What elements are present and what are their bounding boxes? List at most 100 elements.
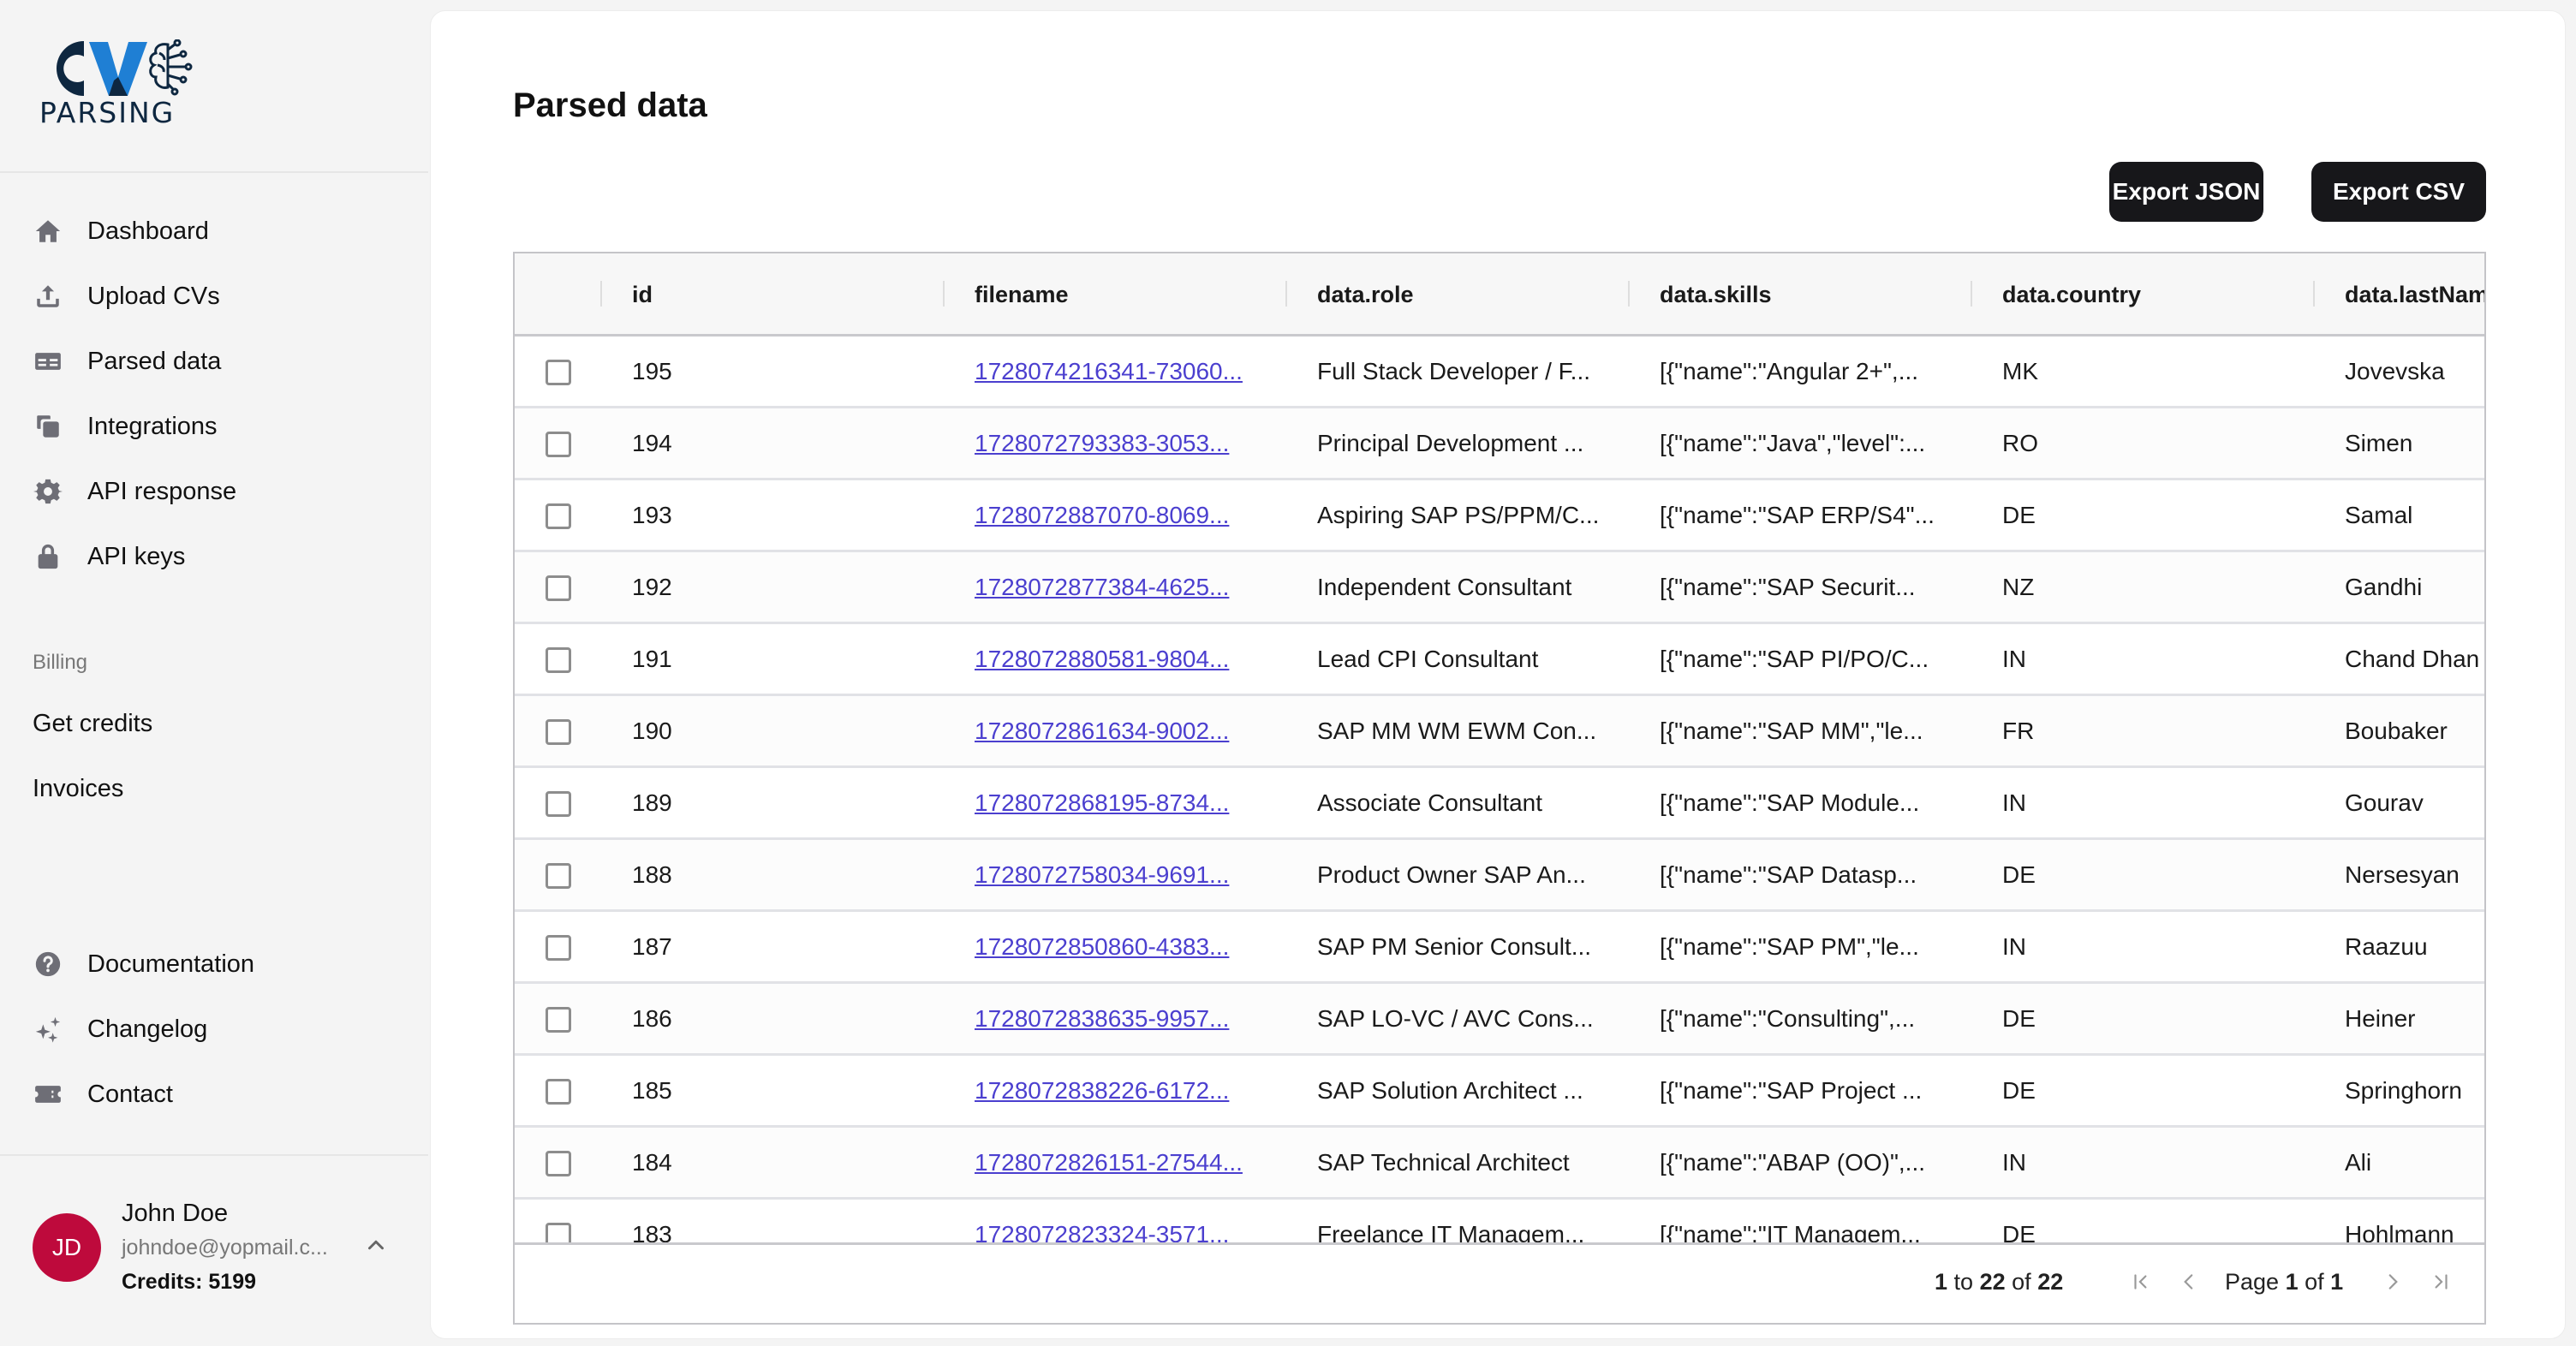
column-header-skills[interactable]: data.skills bbox=[1660, 253, 1772, 336]
table-row[interactable]: 191 1728072880581-9804... Lead CPI Consult… bbox=[515, 624, 2484, 696]
cell-filename-link[interactable]: 1728072868195-8734... bbox=[975, 768, 1283, 837]
user-account-menu[interactable]: JD John Doe johndoe@yopmail.c... Credits… bbox=[33, 1194, 409, 1306]
cell-filename-link[interactable]: 1728072880581-9804... bbox=[975, 624, 1283, 694]
column-header-lastname[interactable]: data.lastNam bbox=[2345, 253, 2484, 336]
row-select-checkbox[interactable] bbox=[546, 575, 571, 601]
cell-filename-link[interactable]: 1728072758034-9691... bbox=[975, 840, 1283, 909]
page-indicator: Page 1 of 1 bbox=[2225, 1269, 2343, 1295]
row-select-checkbox[interactable] bbox=[546, 503, 571, 529]
last-page-icon[interactable] bbox=[2426, 1267, 2455, 1296]
nav-item-changelog[interactable]: Changelog bbox=[33, 1004, 409, 1055]
avatar: JD bbox=[33, 1213, 101, 1282]
cell-lastname: Springhorn bbox=[2345, 1076, 2462, 1104]
row-select-checkbox[interactable] bbox=[546, 1007, 571, 1033]
nav-item-contact[interactable]: Contact bbox=[33, 1069, 409, 1120]
cell-role: SAP PM Senior Consult... bbox=[1317, 932, 1592, 960]
export-csv-button[interactable]: Export CSV bbox=[2311, 162, 2486, 222]
cell-role: SAP MM WM EWM Con... bbox=[1317, 717, 1597, 744]
user-email: johndoe@yopmail.c... bbox=[122, 1236, 328, 1260]
nav-label: Upload CVs bbox=[87, 282, 220, 310]
column-resize-handle[interactable] bbox=[1971, 281, 1972, 307]
cell-filename-link[interactable]: 1728072877384-4625... bbox=[975, 552, 1283, 622]
cell-filename-link[interactable]: 1728072887070-8069... bbox=[975, 480, 1283, 550]
cell-lastname: Heiner bbox=[2345, 1004, 2416, 1032]
column-header-id[interactable]: id bbox=[632, 253, 653, 336]
table-row[interactable]: 192 1728072877384-4625... Independent Cons… bbox=[515, 552, 2484, 624]
cell-filename-link[interactable]: 1728072826151-27544... bbox=[975, 1128, 1283, 1197]
cell-role: Independent Consultant bbox=[1317, 573, 1572, 600]
nav-label: API response bbox=[87, 477, 237, 505]
column-resize-handle[interactable] bbox=[1285, 281, 1287, 307]
table-row[interactable]: 186 1728072838635-9957... SAP LO-VC / AVC … bbox=[515, 984, 2484, 1056]
column-header-role[interactable]: data.role bbox=[1317, 253, 1414, 336]
previous-page-icon[interactable] bbox=[2174, 1267, 2203, 1296]
cell-filename-link[interactable]: 1728072838226-6172... bbox=[975, 1056, 1283, 1125]
column-header-country[interactable]: data.country bbox=[2002, 253, 2141, 336]
cell-filename-link[interactable]: 1728072838635-9957... bbox=[975, 984, 1283, 1053]
nav-label: Integrations bbox=[87, 412, 218, 440]
table-row[interactable]: 189 1728072868195-8734... Associate Consul… bbox=[515, 768, 2484, 840]
table-row[interactable]: 193 1728072887070-8069... Aspiring SAP PS/… bbox=[515, 480, 2484, 552]
row-select-checkbox[interactable] bbox=[546, 935, 571, 961]
cell-skills: [{"name":"SAP Project ... bbox=[1660, 1076, 1923, 1104]
logo-wordmark: PARSING bbox=[39, 96, 176, 129]
cell-filename-link[interactable]: 1728072793383-3053... bbox=[975, 408, 1283, 478]
row-select-checkbox[interactable] bbox=[546, 432, 571, 457]
column-resize-handle[interactable] bbox=[943, 281, 945, 307]
cell-country: IN bbox=[2002, 1148, 2026, 1176]
column-resize-handle[interactable] bbox=[2313, 281, 2315, 307]
row-select-checkbox[interactable] bbox=[546, 863, 571, 889]
column-resize-handle[interactable] bbox=[600, 281, 602, 307]
table-row[interactable]: 184 1728072826151-27544... SAP Technical A… bbox=[515, 1128, 2484, 1200]
cell-role: Product Owner SAP An... bbox=[1317, 861, 1586, 888]
table-row[interactable]: 194 1728072793383-3053... Principal Develo… bbox=[515, 408, 2484, 480]
table-row[interactable]: 187 1728072850860-4383... SAP PM Senior Co… bbox=[515, 912, 2484, 984]
cell-country: DE bbox=[2002, 861, 2036, 888]
cell-country: MK bbox=[2002, 357, 2038, 384]
cell-skills: [{"name":"SAP PM","le... bbox=[1660, 932, 1919, 960]
table-row[interactable]: 188 1728072758034-9691... Product Owner SA… bbox=[515, 840, 2484, 912]
cell-filename-link[interactable]: 1728072861634-9002... bbox=[975, 696, 1283, 765]
row-select-checkbox[interactable] bbox=[546, 1151, 571, 1176]
row-select-checkbox[interactable] bbox=[546, 647, 571, 673]
cell-role: Lead CPI Consultant bbox=[1317, 645, 1539, 672]
row-select-checkbox[interactable] bbox=[546, 719, 571, 745]
cv-parsing-logo[interactable]: PARSING bbox=[39, 39, 202, 129]
first-page-icon[interactable] bbox=[2126, 1267, 2156, 1296]
nav-item-documentation[interactable]: Documentation bbox=[33, 938, 409, 990]
nav-item-get-credits[interactable]: Get credits bbox=[33, 710, 152, 738]
cell-lastname: Chand Dhan bbox=[2345, 645, 2480, 672]
nav-item-upload-cvs[interactable]: Upload CVs bbox=[33, 271, 409, 322]
of-word: of bbox=[2012, 1269, 2031, 1295]
nav-item-parsed-data[interactable]: Parsed data bbox=[33, 336, 409, 387]
export-json-button[interactable]: Export JSON bbox=[2109, 162, 2263, 222]
nav-item-integrations[interactable]: Integrations bbox=[33, 401, 409, 452]
row-select-checkbox[interactable] bbox=[546, 791, 571, 817]
cell-role: SAP LO-VC / AVC Cons... bbox=[1317, 1004, 1594, 1032]
nav-label: Contact bbox=[87, 1080, 173, 1108]
chevron-up-icon[interactable] bbox=[363, 1232, 389, 1258]
table-row[interactable]: 190 1728072861634-9002... SAP MM WM EWM Co… bbox=[515, 696, 2484, 768]
nav-item-api-keys[interactable]: API keys bbox=[33, 531, 409, 582]
row-select-checkbox[interactable] bbox=[546, 1079, 571, 1105]
nav-item-dashboard[interactable]: Dashboard bbox=[33, 205, 409, 257]
table-row[interactable]: 185 1728072838226-6172... SAP Solution Arc… bbox=[515, 1056, 2484, 1128]
column-resize-handle[interactable] bbox=[1628, 281, 1630, 307]
nav-item-api-response[interactable]: API response bbox=[33, 466, 409, 517]
nav-item-invoices[interactable]: Invoices bbox=[33, 775, 123, 803]
row-to: 22 bbox=[1979, 1269, 2006, 1295]
table-row[interactable]: 183 1728072823324-3571... Freelance IT Man… bbox=[515, 1200, 2484, 1246]
cell-id: 190 bbox=[632, 717, 672, 744]
column-header-filename[interactable]: filename bbox=[975, 253, 1069, 336]
nav-label: API keys bbox=[87, 542, 186, 570]
cell-id: 187 bbox=[632, 932, 672, 960]
cell-lastname: Simen bbox=[2345, 429, 2413, 456]
next-page-icon[interactable] bbox=[2378, 1267, 2407, 1296]
cell-filename-link[interactable]: 1728074216341-73060... bbox=[975, 336, 1283, 406]
cell-filename-link[interactable]: 1728072850860-4383... bbox=[975, 912, 1283, 981]
row-select-checkbox[interactable] bbox=[546, 360, 571, 385]
cell-filename-link[interactable]: 1728072823324-3571... bbox=[975, 1200, 1283, 1247]
table-row[interactable]: 195 1728074216341-73060... Full Stack Deve… bbox=[515, 336, 2484, 408]
cell-id: 188 bbox=[632, 861, 672, 888]
cell-country: DE bbox=[2002, 1220, 2036, 1247]
